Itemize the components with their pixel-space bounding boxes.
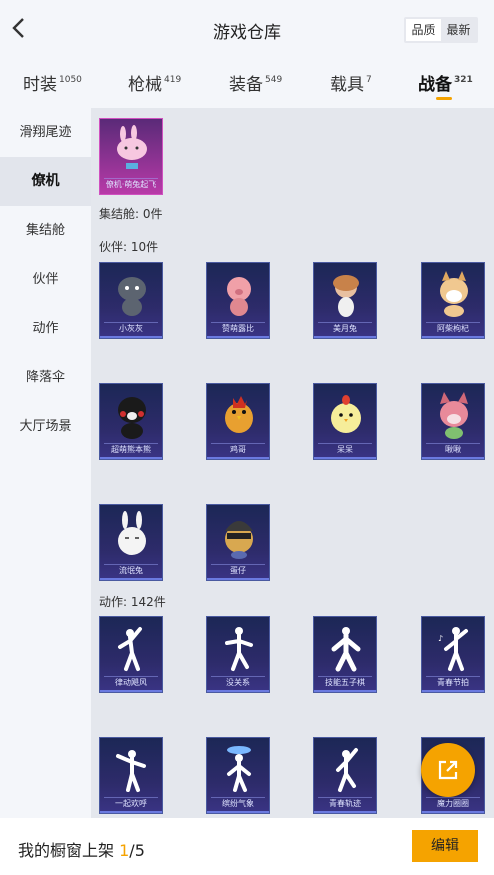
dance-pose-icon bbox=[227, 746, 251, 792]
footer-bar: 我的橱窗上架 1/5 编辑 bbox=[0, 818, 494, 875]
header: 游戏仓库 品质 最新 bbox=[0, 0, 494, 58]
item-name: 技能五子棋 bbox=[325, 678, 365, 687]
wingman-card[interactable]: 僚机·萌兔起飞 bbox=[99, 118, 163, 195]
assembly-count-label: 集结舱: 0件 bbox=[99, 207, 163, 221]
partner-card[interactable]: 超萌熊本熊 bbox=[99, 383, 163, 460]
partner-card[interactable]: 美月兔 bbox=[313, 262, 377, 339]
action-count-label: 动作: 142件 bbox=[99, 595, 166, 609]
kumamon-figure-icon bbox=[118, 397, 146, 439]
item-grid: 僚机·萌兔起飞 集结舱: 0件 伙伴: 10件 小灰灰 赞萌露比 美月兔 阿柴枸… bbox=[91, 108, 494, 818]
action-card[interactable]: 一起欢呼 bbox=[99, 737, 163, 814]
showcase-count: 我的橱窗上架 1/5 bbox=[18, 841, 145, 860]
chicken-figure-icon bbox=[225, 396, 253, 433]
item-name: 啾啾 bbox=[445, 445, 461, 454]
pig-figure-icon bbox=[227, 277, 251, 316]
item-name: 呆呆 bbox=[337, 445, 353, 454]
sort-quality[interactable]: 品质 bbox=[406, 19, 441, 41]
sidebar-item-glide-trail[interactable]: 滑翔尾迹 bbox=[0, 108, 91, 157]
sidebar-item-partner[interactable]: 伙伴 bbox=[0, 255, 91, 304]
item-name: 超萌熊本熊 bbox=[111, 445, 151, 454]
tab-weapons[interactable]: 枪械 419 bbox=[128, 70, 181, 95]
shiba-figure-icon bbox=[440, 271, 468, 317]
sort-newest[interactable]: 最新 bbox=[441, 19, 476, 41]
dance-pose-icon bbox=[331, 627, 361, 672]
action-card[interactable]: 青春轨迹 bbox=[313, 737, 377, 814]
active-tab-indicator bbox=[436, 97, 452, 100]
partner-count-label: 伙伴: 10件 bbox=[99, 240, 159, 254]
item-name: 僚机·萌兔起飞 bbox=[105, 180, 157, 189]
chick-figure-icon bbox=[331, 395, 361, 433]
dance-pose-icon bbox=[225, 627, 253, 671]
action-card[interactable]: ♪ 青春节拍 bbox=[421, 616, 485, 693]
wolf-figure-icon bbox=[118, 277, 146, 316]
item-name: 蛋仔 bbox=[230, 566, 246, 575]
sidebar-item-lobby-scene[interactable]: 大厅场景 bbox=[0, 402, 91, 451]
edit-button[interactable]: 编辑 bbox=[412, 830, 478, 862]
item-name: 青春节拍 bbox=[437, 678, 469, 687]
external-link-icon bbox=[438, 760, 458, 780]
item-name: 阿柴枸杞 bbox=[437, 324, 469, 333]
sidebar-item-wingman[interactable]: 僚机 bbox=[0, 157, 91, 206]
item-name: 魔力圈圈 bbox=[437, 799, 469, 808]
dance-pose-icon: ♪ bbox=[438, 627, 468, 671]
item-name: 鸡哥 bbox=[230, 445, 246, 454]
item-name: 一起欢呼 bbox=[115, 799, 147, 808]
partner-card[interactable]: 呆呆 bbox=[313, 383, 377, 460]
dance-pose-icon bbox=[336, 748, 358, 792]
partner-card[interactable]: 流氓兔 bbox=[99, 504, 163, 581]
rabbit-figure-icon bbox=[118, 511, 146, 555]
category-tabs: 时装 1050 枪械 419 装备 549 载具 7 战备 321 bbox=[0, 58, 494, 108]
tab-fashion[interactable]: 时装 1050 bbox=[23, 70, 82, 95]
dance-pose-icon bbox=[118, 627, 142, 671]
partner-card[interactable]: 啾啾 bbox=[421, 383, 485, 460]
item-name: 美月兔 bbox=[333, 324, 357, 333]
item-name: 缤纷气象 bbox=[222, 799, 254, 808]
share-fab-button[interactable] bbox=[421, 743, 475, 797]
item-name: 没关系 bbox=[226, 678, 250, 687]
item-name: 赞萌露比 bbox=[222, 324, 254, 333]
sort-toggle[interactable]: 品质 最新 bbox=[404, 17, 478, 43]
partner-card[interactable]: 蛋仔 bbox=[206, 504, 270, 581]
partner-card[interactable]: 赞萌露比 bbox=[206, 262, 270, 339]
partner-card[interactable]: 小灰灰 bbox=[99, 262, 163, 339]
tab-equipment[interactable]: 装备 549 bbox=[229, 70, 282, 95]
sidebar-item-parachute[interactable]: 降落伞 bbox=[0, 353, 91, 402]
dance-pose-icon bbox=[116, 750, 146, 792]
sidebar: 滑翔尾迹 僚机 集结舱 伙伴 动作 降落伞 大厅场景 bbox=[0, 108, 91, 818]
item-name: 流氓兔 bbox=[119, 566, 143, 575]
action-card[interactable]: 缤纷气象 bbox=[206, 737, 270, 814]
svg-text:♪: ♪ bbox=[438, 634, 443, 643]
item-name: 青春轨迹 bbox=[329, 799, 361, 808]
action-card[interactable]: 没关系 bbox=[206, 616, 270, 693]
bunny-wingman-icon bbox=[117, 125, 147, 169]
sidebar-item-assembly-pod[interactable]: 集结舱 bbox=[0, 206, 91, 255]
tab-vehicles[interactable]: 载具 7 bbox=[330, 70, 372, 95]
girl-figure-icon bbox=[333, 275, 359, 317]
eggy-figure-icon bbox=[225, 521, 253, 559]
action-card[interactable]: 技能五子棋 bbox=[313, 616, 377, 693]
fox-figure-icon bbox=[440, 392, 468, 439]
partner-card[interactable]: 鸡哥 bbox=[206, 383, 270, 460]
partner-card[interactable]: 阿柴枸杞 bbox=[421, 262, 485, 339]
sidebar-item-action[interactable]: 动作 bbox=[0, 304, 91, 353]
item-name: 律动飓风 bbox=[115, 678, 147, 687]
action-card[interactable]: 律动飓风 bbox=[99, 616, 163, 693]
tab-battle-prep[interactable]: 战备 321 bbox=[418, 70, 473, 100]
item-name: 小灰灰 bbox=[119, 324, 143, 333]
